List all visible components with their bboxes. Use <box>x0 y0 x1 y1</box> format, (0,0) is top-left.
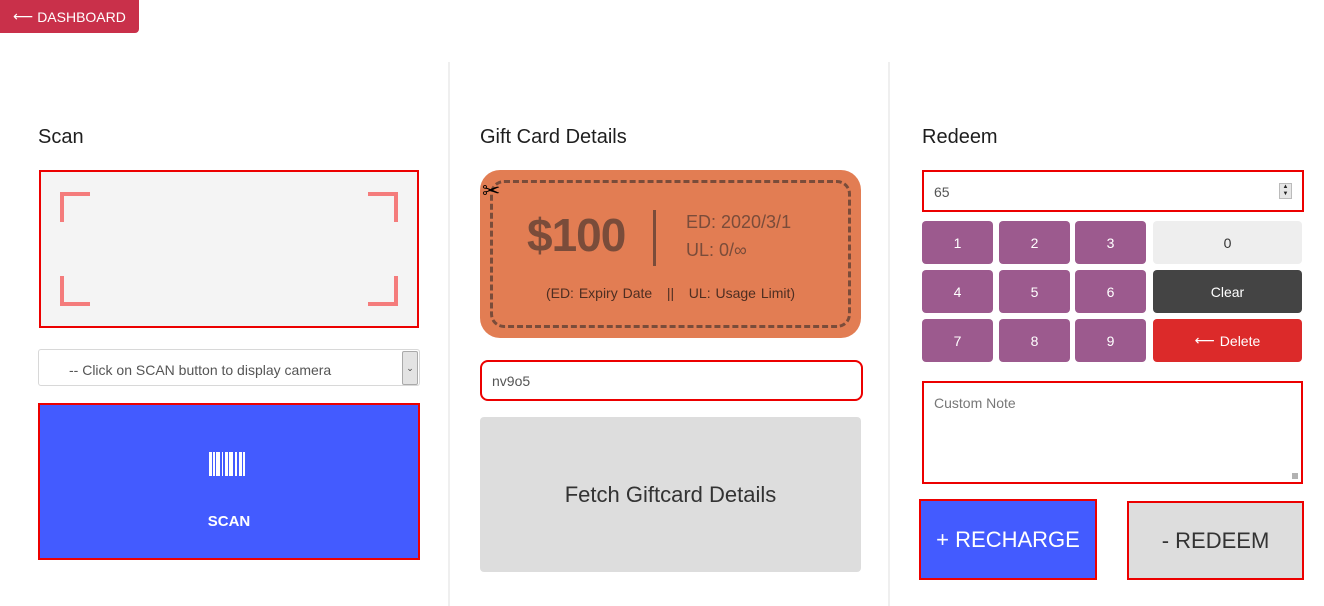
giftcard-code-value: nv9o5 <box>492 373 531 389</box>
keypad-key-2[interactable]: 2 <box>999 221 1070 264</box>
scan-heading: Scan <box>38 126 84 148</box>
back-arrow-icon: ⟵ <box>13 8 34 24</box>
amount-input[interactable]: 65 ▲ ▼ <box>922 170 1304 212</box>
giftcard-code-input[interactable]: nv9o5 <box>480 360 863 401</box>
giftcard-separator <box>653 210 656 266</box>
chevron-down-icon[interactable]: ⌄ <box>402 351 418 385</box>
keypad-key-6[interactable]: 6 <box>1075 270 1146 313</box>
number-spinner[interactable]: ▲ ▼ <box>1279 183 1292 199</box>
giftcard-expiry: ED: 2020/3/1 <box>686 212 792 232</box>
recharge-button[interactable]: + RECHARGE <box>919 499 1097 580</box>
keypad-key-4[interactable]: 4 <box>922 270 993 313</box>
camera-select-value: -- Click on SCAN button to display camer… <box>69 362 332 378</box>
keypad-key-3[interactable]: 3 <box>1075 221 1146 264</box>
keypad-key-1[interactable]: 1 <box>922 221 993 264</box>
scan-button[interactable]: SCAN <box>38 403 420 560</box>
custom-note-placeholder: Custom Note <box>934 395 1016 411</box>
amount-value: 65 <box>934 184 950 200</box>
resize-handle[interactable] <box>1292 473 1298 479</box>
camera-select[interactable]: -- Click on SCAN button to display camer… <box>38 349 420 386</box>
back-arrow-icon: ⟵ <box>1194 332 1215 348</box>
giftcard-heading: Gift Card Details <box>480 126 627 148</box>
column-divider <box>448 62 450 606</box>
recharge-label: + RECHARGE <box>936 526 1080 552</box>
fetch-giftcard-button[interactable]: Fetch Giftcard Details <box>480 417 861 572</box>
redeem-label: - REDEEM <box>1161 527 1270 553</box>
keypad-key-5[interactable]: 5 <box>999 270 1070 313</box>
giftcard-legend: (ED: Expiry Date || UL: Usage Limit) <box>545 285 796 301</box>
viewfinder-corner-top-left <box>60 192 90 222</box>
viewfinder-corner-top-right <box>368 192 398 222</box>
custom-note-textarea[interactable]: Custom Note <box>922 381 1303 484</box>
scan-button-label: SCAN <box>207 513 251 530</box>
viewfinder-corner-bottom-right <box>368 276 398 306</box>
keypad-key-8[interactable]: 8 <box>999 319 1070 362</box>
keypad-key-7[interactable]: 7 <box>922 319 993 362</box>
dashboard-label: DASHBOARD <box>37 8 126 25</box>
delete-label: Delete <box>1219 332 1261 349</box>
keypad-delete-button[interactable]: ⟵ Delete <box>1153 319 1302 362</box>
camera-viewfinder <box>39 170 419 328</box>
redeem-button[interactable]: - REDEEM <box>1127 501 1304 580</box>
giftcard-preview: ✂ $100 ED: 2020/3/1 UL: 0/∞ (ED: Expiry … <box>480 170 861 338</box>
giftcard-usage: UL: 0/∞ <box>686 240 747 260</box>
keypad-key-0[interactable]: 0 <box>1153 221 1302 264</box>
scissors-icon: ✂ <box>482 178 501 203</box>
viewfinder-corner-bottom-left <box>60 276 90 306</box>
giftcard-amount: $100 <box>527 209 626 261</box>
keypad-key-9[interactable]: 9 <box>1075 319 1146 362</box>
column-divider <box>888 62 890 606</box>
redeem-heading: Redeem <box>922 126 998 148</box>
dashboard-button[interactable]: ⟵ DASHBOARD <box>0 0 139 33</box>
fetch-giftcard-label: Fetch Giftcard Details <box>564 481 777 507</box>
barcode-icon <box>209 452 252 476</box>
keypad-clear-button[interactable]: Clear <box>1153 270 1302 313</box>
